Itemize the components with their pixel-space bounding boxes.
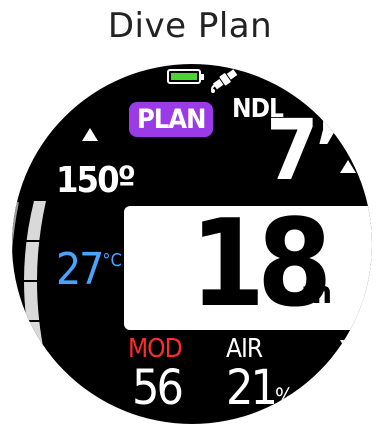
mode-badge: PLAN xyxy=(129,102,214,137)
battery-level xyxy=(171,73,197,80)
gas-value: 21 xyxy=(226,360,278,416)
battery-icon xyxy=(167,69,204,84)
satellite-icon xyxy=(211,69,238,93)
ascent-rate-gauge xyxy=(12,201,46,361)
depth-unit: m xyxy=(301,276,333,311)
ndl-up-arrow-icon[interactable] xyxy=(340,160,356,173)
mod-value: 56 xyxy=(132,360,184,416)
ndl-value: 7’ xyxy=(266,101,343,199)
page-title: Dive Plan xyxy=(107,6,273,46)
depth-down-arrow-icon[interactable] xyxy=(340,340,356,353)
gas-unit: % xyxy=(274,385,294,410)
temperature-unit: °C xyxy=(102,250,122,271)
water-temperature: 27°C xyxy=(56,244,122,295)
compass-heading: 150º xyxy=(56,160,136,201)
heading-up-arrow-icon[interactable] xyxy=(82,128,98,141)
temperature-value: 27 xyxy=(56,244,104,295)
gas-oxygen: 21% xyxy=(226,360,294,416)
watch-face: PLAN NDL 7’ 150º 27°C 18 m MOD 56 AIR 21… xyxy=(12,64,372,424)
